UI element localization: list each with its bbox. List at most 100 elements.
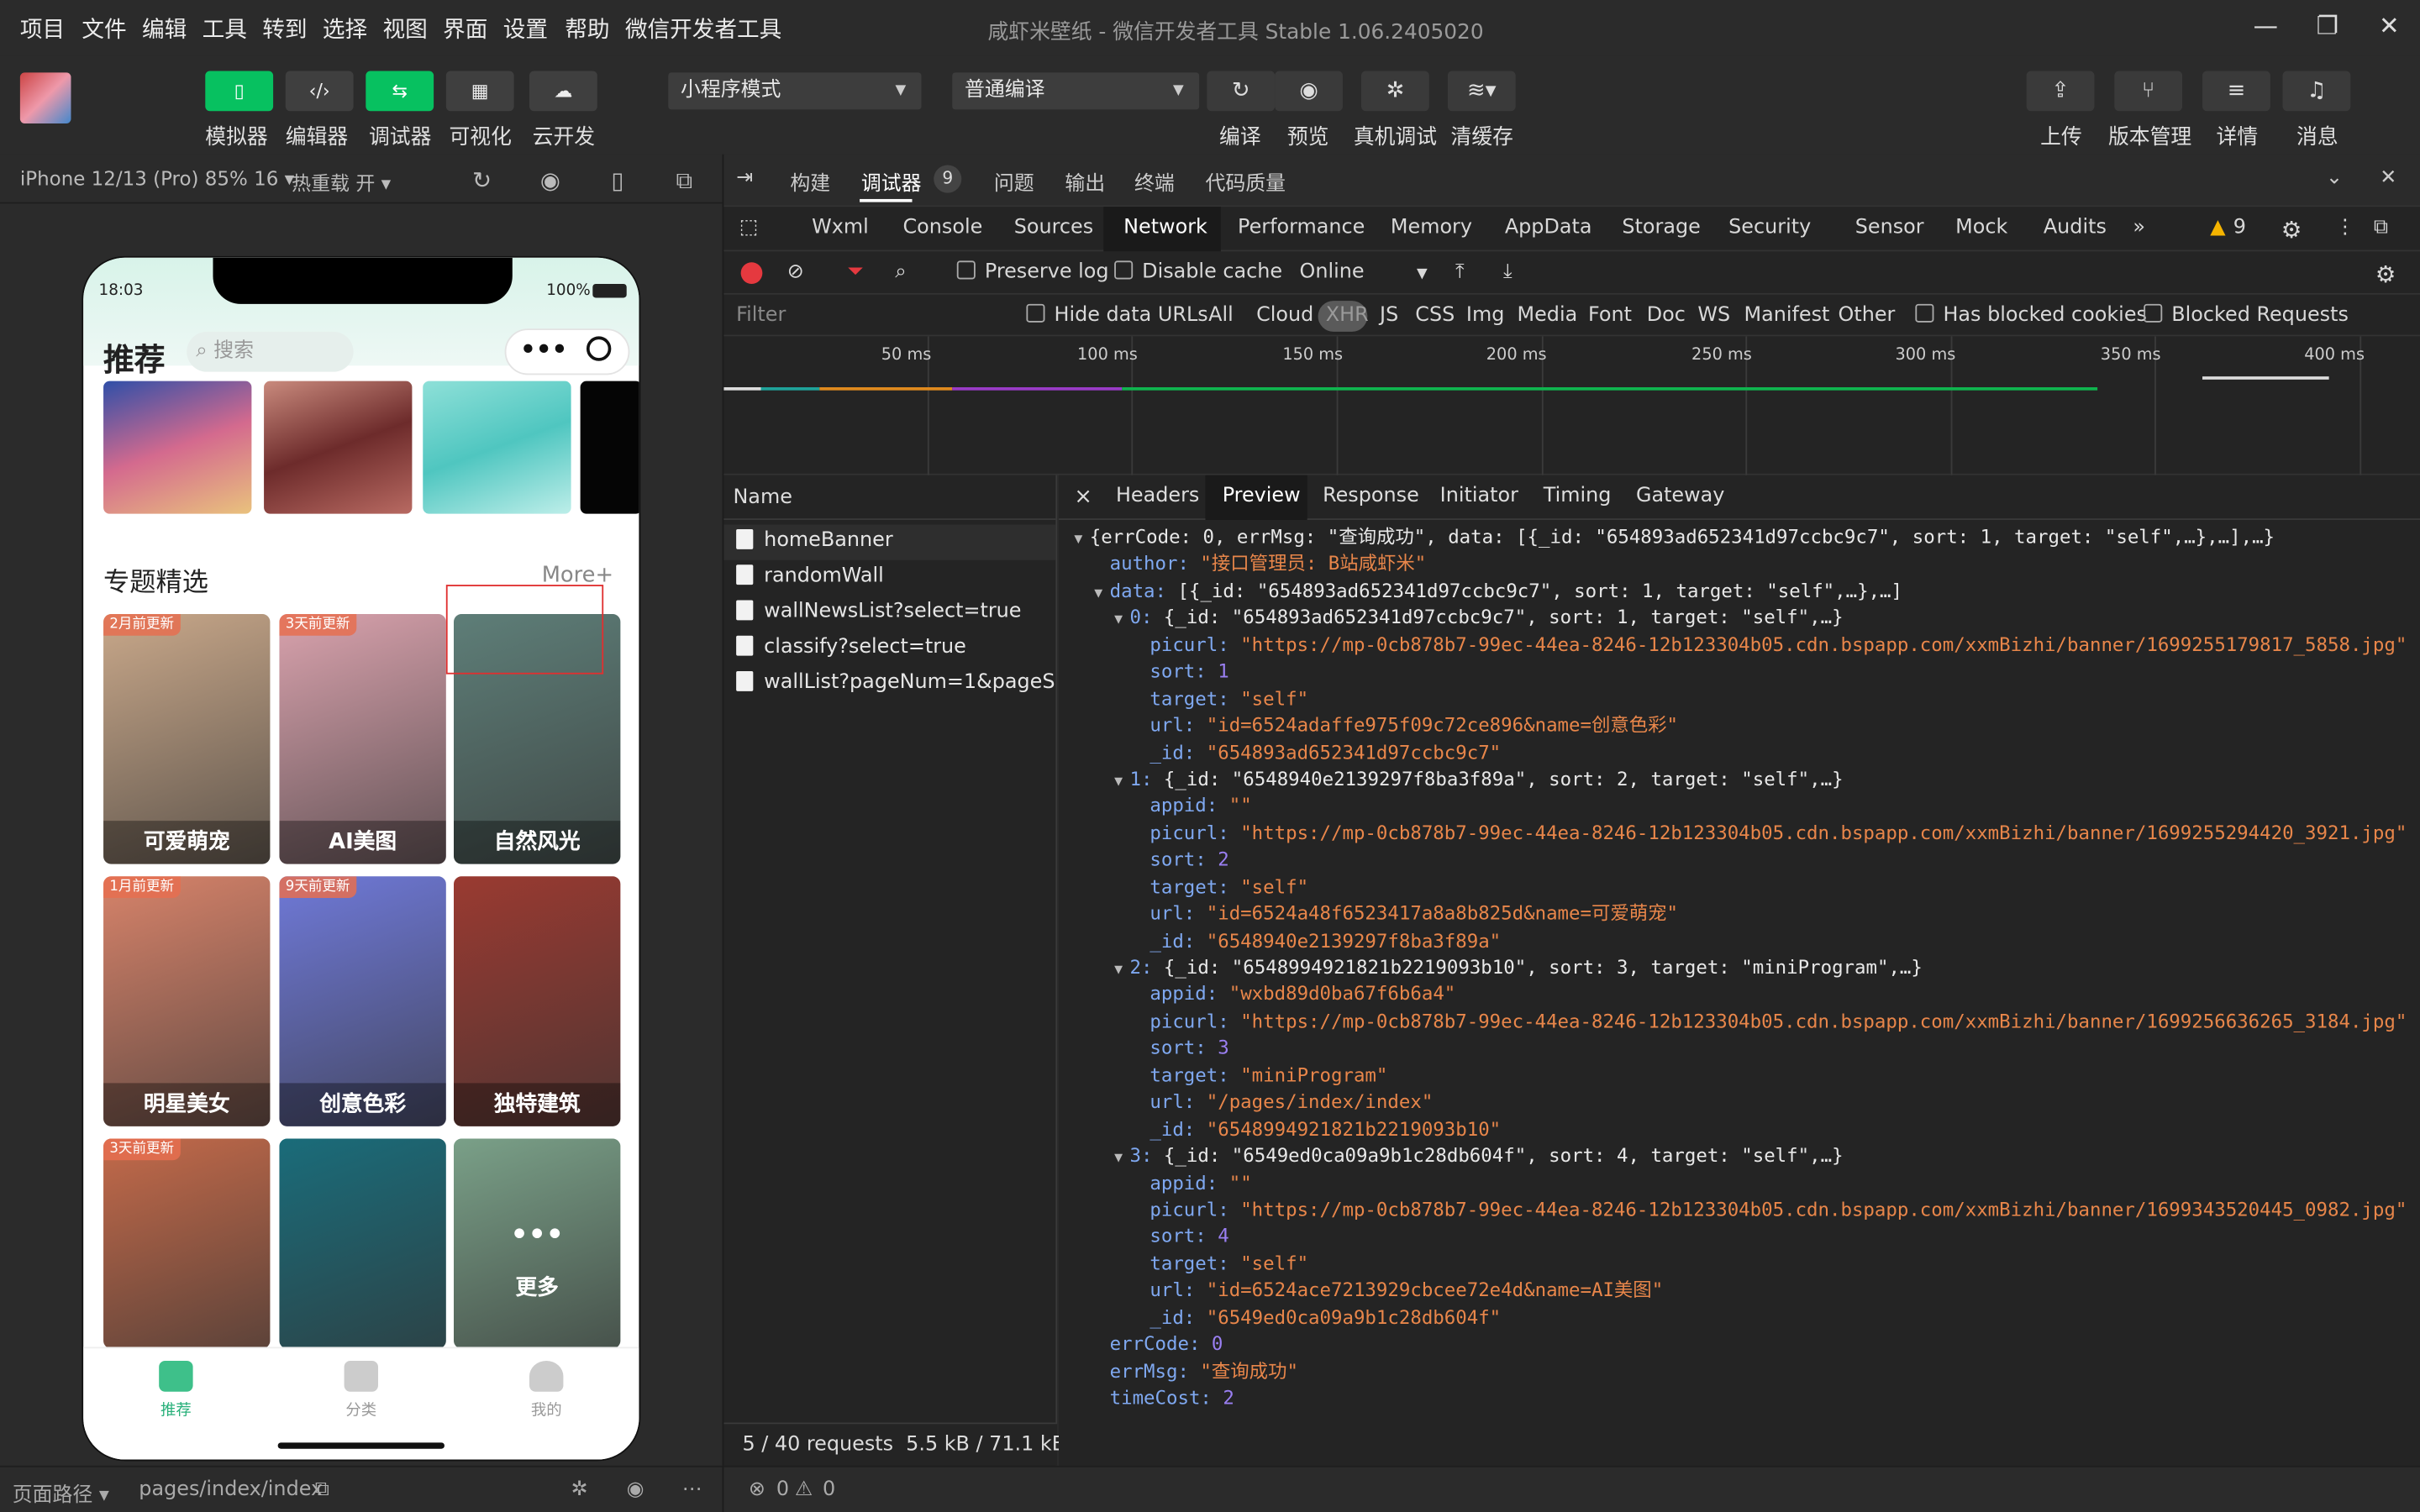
more-icon[interactable]: ⋯ [682, 1478, 702, 1502]
json-line[interactable]: ▼ 1: {_id: "6548940e2139297f8ba3f89a", so… [1059, 767, 2420, 794]
tab-memory[interactable]: Memory [1391, 216, 1472, 239]
blocked-requests-checkbox[interactable]: Blocked Requests [2144, 303, 2349, 327]
minimize-icon[interactable]: — [2247, 9, 2284, 43]
filter-icon[interactable]: ⏷ [847, 260, 863, 284]
menu-edit[interactable]: 编辑 [142, 13, 187, 45]
json-line[interactable]: ▼ 0: {_id: "654893ad652341d97ccbc9c7", so… [1059, 606, 2420, 633]
import-har-icon[interactable]: ⤒ [1455, 260, 1465, 284]
compile-icon[interactable]: ↻ [1207, 71, 1276, 112]
tab-console[interactable]: Console [902, 216, 982, 239]
expand-triangle-icon[interactable]: ▼ [1114, 958, 1129, 985]
filter-manifest[interactable]: Manifest [1744, 304, 1830, 328]
tab-code-quality[interactable]: 代码质量 [1205, 166, 1286, 197]
network-timeline[interactable]: 50 ms 100 ms 150 ms 200 ms 250 ms 300 ms… [723, 336, 2420, 475]
filter-other[interactable]: Other [1839, 304, 1896, 328]
kebab-menu-icon[interactable]: ⋮ [2335, 216, 2355, 239]
phone-simulator[interactable]: 18:03 100% 推荐 ⌕ 搜索 ••• 专题精选 More+ 2月前更新可… [82, 255, 641, 1462]
menu-project[interactable]: 项目 [20, 13, 65, 45]
filter-ws[interactable]: WS [1697, 304, 1730, 328]
close-panel-icon[interactable]: ✕ [2380, 166, 2396, 190]
tab-wxml[interactable]: Wxml [812, 216, 869, 239]
simulator-toggle-button[interactable]: ▯ [205, 71, 274, 112]
menu-interface[interactable]: 界面 [443, 13, 487, 45]
tab-mine[interactable]: 我的 [500, 1361, 592, 1420]
throttle-select[interactable]: Online ▼ [1300, 260, 1428, 284]
menu-wechat-devtools[interactable]: 微信开发者工具 [625, 13, 781, 45]
category-card[interactable]: 9天前更新 创意色彩 [279, 876, 446, 1126]
device-select[interactable]: iPhone 12/13 (Pro) 85% 16 ▾ [20, 166, 294, 190]
filter-cloud[interactable]: Cloud [1256, 304, 1313, 328]
hot-reload-toggle[interactable]: 热重载 开 ▾ [292, 166, 391, 196]
tab-build[interactable]: 构建 [790, 166, 830, 197]
expand-triangle-icon[interactable]: ▼ [1114, 769, 1129, 796]
request-row[interactable]: wallNewsList?select=true [723, 596, 1055, 631]
eye-icon[interactable]: ◉ [627, 1478, 644, 1502]
json-line[interactable]: ▼ data: [{_id: "654893ad652341d97ccbc9c7"… [1059, 579, 2420, 606]
tab-mock[interactable]: Mock [1955, 216, 2007, 239]
page-path-select[interactable]: 页面路径 ▾ [13, 1478, 109, 1508]
json-line[interactable]: ▼ {errCode: 0, errMsg: "查询成功", data: [{_i… [1059, 524, 2420, 551]
more-dots-icon[interactable]: ••• [520, 335, 567, 365]
tab-debugger[interactable]: 调试器 [861, 166, 922, 197]
menu-goto[interactable]: 转到 [262, 13, 307, 45]
filter-js[interactable]: JS [1380, 304, 1398, 328]
tab-timing[interactable]: Timing [1544, 485, 1612, 508]
preview-icon[interactable]: ◉ [1275, 71, 1343, 112]
filter-all[interactable]: All [1208, 304, 1234, 328]
name-column-header[interactable]: Name [723, 475, 1056, 520]
tab-performance[interactable]: Performance [1238, 216, 1365, 239]
visual-toggle-button[interactable]: ▦ [445, 71, 514, 112]
filter-font[interactable]: Font [1588, 304, 1632, 328]
menu-settings[interactable]: 设置 [503, 13, 548, 45]
more-tabs-icon[interactable]: » [2133, 216, 2145, 239]
tab-category[interactable]: 分类 [315, 1361, 408, 1420]
dock-icon[interactable]: ⇥ [736, 166, 753, 190]
request-row[interactable]: randomWall [723, 560, 1055, 596]
mode-select[interactable]: 小程序模式 ▼ [668, 72, 922, 110]
request-row[interactable]: classify?select=true [723, 631, 1055, 666]
tab-network[interactable]: Network [1123, 216, 1207, 239]
banner-thumb[interactable] [423, 381, 571, 514]
category-card[interactable]: 1月前更新 明星美女 [103, 876, 271, 1126]
compile-select[interactable]: 普通编译 ▼ [952, 72, 1200, 110]
tab-headers[interactable]: Headers [1116, 485, 1199, 508]
banner-thumb[interactable] [103, 381, 252, 514]
stop-icon[interactable]: ◉ [540, 166, 560, 194]
menu-help[interactable]: 帮助 [565, 13, 609, 45]
detach-icon[interactable]: ⧉ [676, 166, 692, 194]
capsule-menu[interactable]: ••• [504, 328, 630, 375]
debugger-toggle-button[interactable]: ⇆ [366, 71, 434, 112]
menu-view[interactable]: 视图 [383, 13, 428, 45]
inspect-icon[interactable]: ⬚ [739, 216, 759, 239]
tab-appdata[interactable]: AppData [1505, 216, 1592, 239]
category-card[interactable]: ••• 更多 [454, 1138, 621, 1349]
tab-security[interactable]: Security [1728, 216, 1811, 239]
bell-icon[interactable]: ♫ [2282, 71, 2351, 112]
tab-output[interactable]: 输出 [1065, 166, 1105, 197]
search-input[interactable]: ⌕ 搜索 [187, 331, 354, 372]
version-icon[interactable]: ⑂ [2114, 71, 2183, 112]
export-har-icon[interactable]: ⤓ [1503, 260, 1512, 284]
cloud-dev-button[interactable]: ☁ [529, 71, 597, 112]
disable-cache-checkbox[interactable]: Disable cache [1114, 260, 1282, 284]
filter-img[interactable]: Img [1466, 304, 1504, 328]
hide-data-urls-checkbox[interactable]: Hide data URLs [1026, 303, 1208, 327]
banner-thumb[interactable] [580, 381, 639, 514]
filter-xhr[interactable]: XHR [1326, 304, 1369, 328]
search-icon[interactable]: ⌕ [895, 260, 906, 284]
tab-audits[interactable]: Audits [2044, 216, 2107, 239]
menu-tools[interactable]: 工具 [203, 13, 247, 45]
settings-bug-icon[interactable]: ✲ [571, 1478, 588, 1502]
expand-triangle-icon[interactable]: ▼ [1074, 528, 1089, 554]
refresh-icon[interactable]: ↻ [472, 166, 492, 194]
filter-media[interactable]: Media [1518, 304, 1578, 328]
preserve-log-checkbox[interactable]: Preserve log [956, 260, 1109, 284]
expand-triangle-icon[interactable]: ▼ [1094, 581, 1109, 608]
gear-icon[interactable]: ⚙ [2281, 216, 2302, 244]
collapse-icon[interactable]: ⌄ [2326, 166, 2343, 190]
tab-initiator[interactable]: Initiator [1440, 485, 1518, 508]
banner-thumb[interactable] [264, 381, 413, 514]
clear-icon[interactable]: ⊘ [787, 260, 804, 284]
category-card[interactable]: 独特建筑 [454, 876, 621, 1126]
network-settings-icon[interactable]: ⚙ [2375, 260, 2396, 288]
